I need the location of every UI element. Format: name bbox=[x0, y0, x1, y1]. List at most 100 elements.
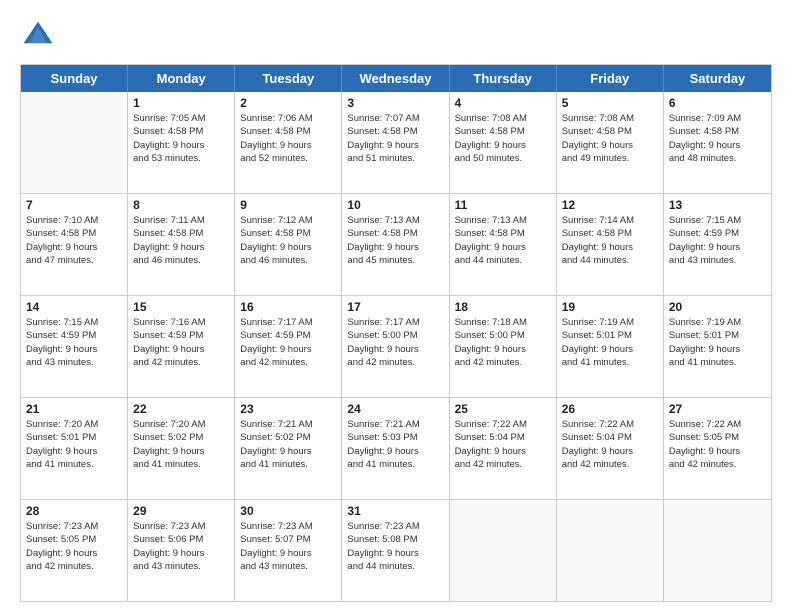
daylight-minutes-text: and 42 minutes. bbox=[562, 458, 658, 471]
day-number: 25 bbox=[455, 402, 551, 416]
calendar-cell: 23Sunrise: 7:21 AMSunset: 5:02 PMDayligh… bbox=[235, 398, 342, 499]
calendar-cell bbox=[664, 500, 771, 601]
sunrise-text: Sunrise: 7:18 AM bbox=[455, 316, 551, 329]
calendar-cell: 15Sunrise: 7:16 AMSunset: 4:59 PMDayligh… bbox=[128, 296, 235, 397]
daylight-text: Daylight: 9 hours bbox=[562, 445, 658, 458]
calendar-cell: 6Sunrise: 7:09 AMSunset: 4:58 PMDaylight… bbox=[664, 92, 771, 193]
sunset-text: Sunset: 4:58 PM bbox=[347, 125, 443, 138]
daylight-text: Daylight: 9 hours bbox=[347, 547, 443, 560]
daylight-minutes-text: and 44 minutes. bbox=[455, 254, 551, 267]
daylight-text: Daylight: 9 hours bbox=[347, 445, 443, 458]
calendar-cell: 31Sunrise: 7:23 AMSunset: 5:08 PMDayligh… bbox=[342, 500, 449, 601]
sunrise-text: Sunrise: 7:22 AM bbox=[562, 418, 658, 431]
sunset-text: Sunset: 4:58 PM bbox=[133, 125, 229, 138]
calendar-cell: 7Sunrise: 7:10 AMSunset: 4:58 PMDaylight… bbox=[21, 194, 128, 295]
sunset-text: Sunset: 4:58 PM bbox=[240, 125, 336, 138]
sunrise-text: Sunrise: 7:23 AM bbox=[240, 520, 336, 533]
sunset-text: Sunset: 4:58 PM bbox=[455, 125, 551, 138]
daylight-text: Daylight: 9 hours bbox=[26, 241, 122, 254]
logo-icon bbox=[20, 18, 56, 54]
calendar-row: 14Sunrise: 7:15 AMSunset: 4:59 PMDayligh… bbox=[21, 296, 771, 398]
calendar-row: 21Sunrise: 7:20 AMSunset: 5:01 PMDayligh… bbox=[21, 398, 771, 500]
day-number: 18 bbox=[455, 300, 551, 314]
sunrise-text: Sunrise: 7:22 AM bbox=[669, 418, 766, 431]
sunset-text: Sunset: 5:01 PM bbox=[26, 431, 122, 444]
day-number: 22 bbox=[133, 402, 229, 416]
sunrise-text: Sunrise: 7:10 AM bbox=[26, 214, 122, 227]
daylight-minutes-text: and 47 minutes. bbox=[26, 254, 122, 267]
sunset-text: Sunset: 5:02 PM bbox=[133, 431, 229, 444]
daylight-minutes-text: and 43 minutes. bbox=[669, 254, 766, 267]
daylight-minutes-text: and 43 minutes. bbox=[26, 356, 122, 369]
sunrise-text: Sunrise: 7:21 AM bbox=[240, 418, 336, 431]
sunrise-text: Sunrise: 7:07 AM bbox=[347, 112, 443, 125]
sunrise-text: Sunrise: 7:23 AM bbox=[26, 520, 122, 533]
calendar-cell: 19Sunrise: 7:19 AMSunset: 5:01 PMDayligh… bbox=[557, 296, 664, 397]
day-number: 19 bbox=[562, 300, 658, 314]
daylight-text: Daylight: 9 hours bbox=[26, 547, 122, 560]
day-number: 31 bbox=[347, 504, 443, 518]
sunset-text: Sunset: 4:58 PM bbox=[562, 227, 658, 240]
sunset-text: Sunset: 5:08 PM bbox=[347, 533, 443, 546]
daylight-minutes-text: and 43 minutes. bbox=[133, 560, 229, 573]
weekday-header: Wednesday bbox=[342, 65, 449, 92]
day-number: 13 bbox=[669, 198, 766, 212]
daylight-text: Daylight: 9 hours bbox=[669, 445, 766, 458]
sunset-text: Sunset: 5:02 PM bbox=[240, 431, 336, 444]
daylight-text: Daylight: 9 hours bbox=[347, 343, 443, 356]
sunrise-text: Sunrise: 7:16 AM bbox=[133, 316, 229, 329]
calendar-row: 7 Sunrise: 7:10 AM Sunset: 4:58 PM Daylight… bbox=[21, 194, 771, 296]
day-number: 21 bbox=[26, 402, 122, 416]
daylight-text: Daylight: 9 hours bbox=[240, 547, 336, 560]
day-number: 8 bbox=[133, 198, 229, 212]
calendar-cell: 5Sunrise: 7:08 AMSunset: 4:58 PMDaylight… bbox=[557, 92, 664, 193]
logo bbox=[20, 18, 60, 54]
sunrise-text: Sunrise: 7:19 AM bbox=[562, 316, 658, 329]
calendar-cell: 13Sunrise: 7:15 AMSunset: 4:59 PMDayligh… bbox=[664, 194, 771, 295]
calendar-cell: 8Sunrise: 7:11 AMSunset: 4:58 PMDaylight… bbox=[128, 194, 235, 295]
sunrise-text: Sunrise: 7:17 AM bbox=[347, 316, 443, 329]
daylight-text: Daylight: 9 hours bbox=[455, 139, 551, 152]
calendar-cell: 10Sunrise: 7:13 AMSunset: 4:58 PMDayligh… bbox=[342, 194, 449, 295]
day-number: 11 bbox=[455, 198, 551, 212]
weekday-header: Monday bbox=[128, 65, 235, 92]
weekday-header: Sunday bbox=[21, 65, 128, 92]
daylight-minutes-text: and 41 minutes. bbox=[562, 356, 658, 369]
header bbox=[20, 18, 772, 54]
sunset-text: Sunset: 5:07 PM bbox=[240, 533, 336, 546]
daylight-minutes-text: and 48 minutes. bbox=[669, 152, 766, 165]
daylight-minutes-text: and 41 minutes. bbox=[347, 458, 443, 471]
sunset-text: Sunset: 5:05 PM bbox=[26, 533, 122, 546]
sunset-text: Sunset: 4:58 PM bbox=[562, 125, 658, 138]
daylight-text: Daylight: 9 hours bbox=[133, 139, 229, 152]
day-number: 23 bbox=[240, 402, 336, 416]
day-number: 1 bbox=[133, 96, 229, 110]
day-number: 30 bbox=[240, 504, 336, 518]
day-number: 5 bbox=[562, 96, 658, 110]
day-number: 29 bbox=[133, 504, 229, 518]
calendar: SundayMondayTuesdayWednesdayThursdayFrid… bbox=[20, 64, 772, 602]
daylight-minutes-text: and 46 minutes. bbox=[133, 254, 229, 267]
sunset-text: Sunset: 5:05 PM bbox=[669, 431, 766, 444]
calendar-cell: 27 Sunrise: 7:22 AMSunset: 5:05 PMDayligh… bbox=[664, 398, 771, 499]
daylight-minutes-text: and 42 minutes. bbox=[133, 356, 229, 369]
daylight-minutes-text: and 42 minutes. bbox=[26, 560, 122, 573]
calendar-cell: 2Sunrise: 7:06 AMSunset: 4:58 PMDaylight… bbox=[235, 92, 342, 193]
day-number: 7 bbox=[26, 198, 122, 212]
day-number: 12 bbox=[562, 198, 658, 212]
day-number: 27 bbox=[669, 402, 766, 416]
daylight-minutes-text: and 53 minutes. bbox=[133, 152, 229, 165]
daylight-text: Daylight: 9 hours bbox=[455, 241, 551, 254]
calendar-cell: 9Sunrise: 7:12 AMSunset: 4:58 PMDaylight… bbox=[235, 194, 342, 295]
daylight-text: Daylight: 9 hours bbox=[562, 343, 658, 356]
sunrise-text: Sunrise: 7:15 AM bbox=[669, 214, 766, 227]
daylight-text: Daylight: 9 hours bbox=[133, 547, 229, 560]
calendar-cell: 25Sunrise: 7:22 AMSunset: 5:04 PMDayligh… bbox=[450, 398, 557, 499]
sunset-text: Sunset: 4:58 PM bbox=[133, 227, 229, 240]
daylight-text: Daylight: 9 hours bbox=[133, 343, 229, 356]
sunrise-text: Sunrise: 7:23 AM bbox=[133, 520, 229, 533]
daylight-minutes-text: and 43 minutes. bbox=[240, 560, 336, 573]
calendar-body: 1Sunrise: 7:05 AMSunset: 4:58 PMDaylight… bbox=[21, 92, 771, 601]
day-number: 14 bbox=[26, 300, 122, 314]
daylight-text: Daylight: 9 hours bbox=[26, 445, 122, 458]
